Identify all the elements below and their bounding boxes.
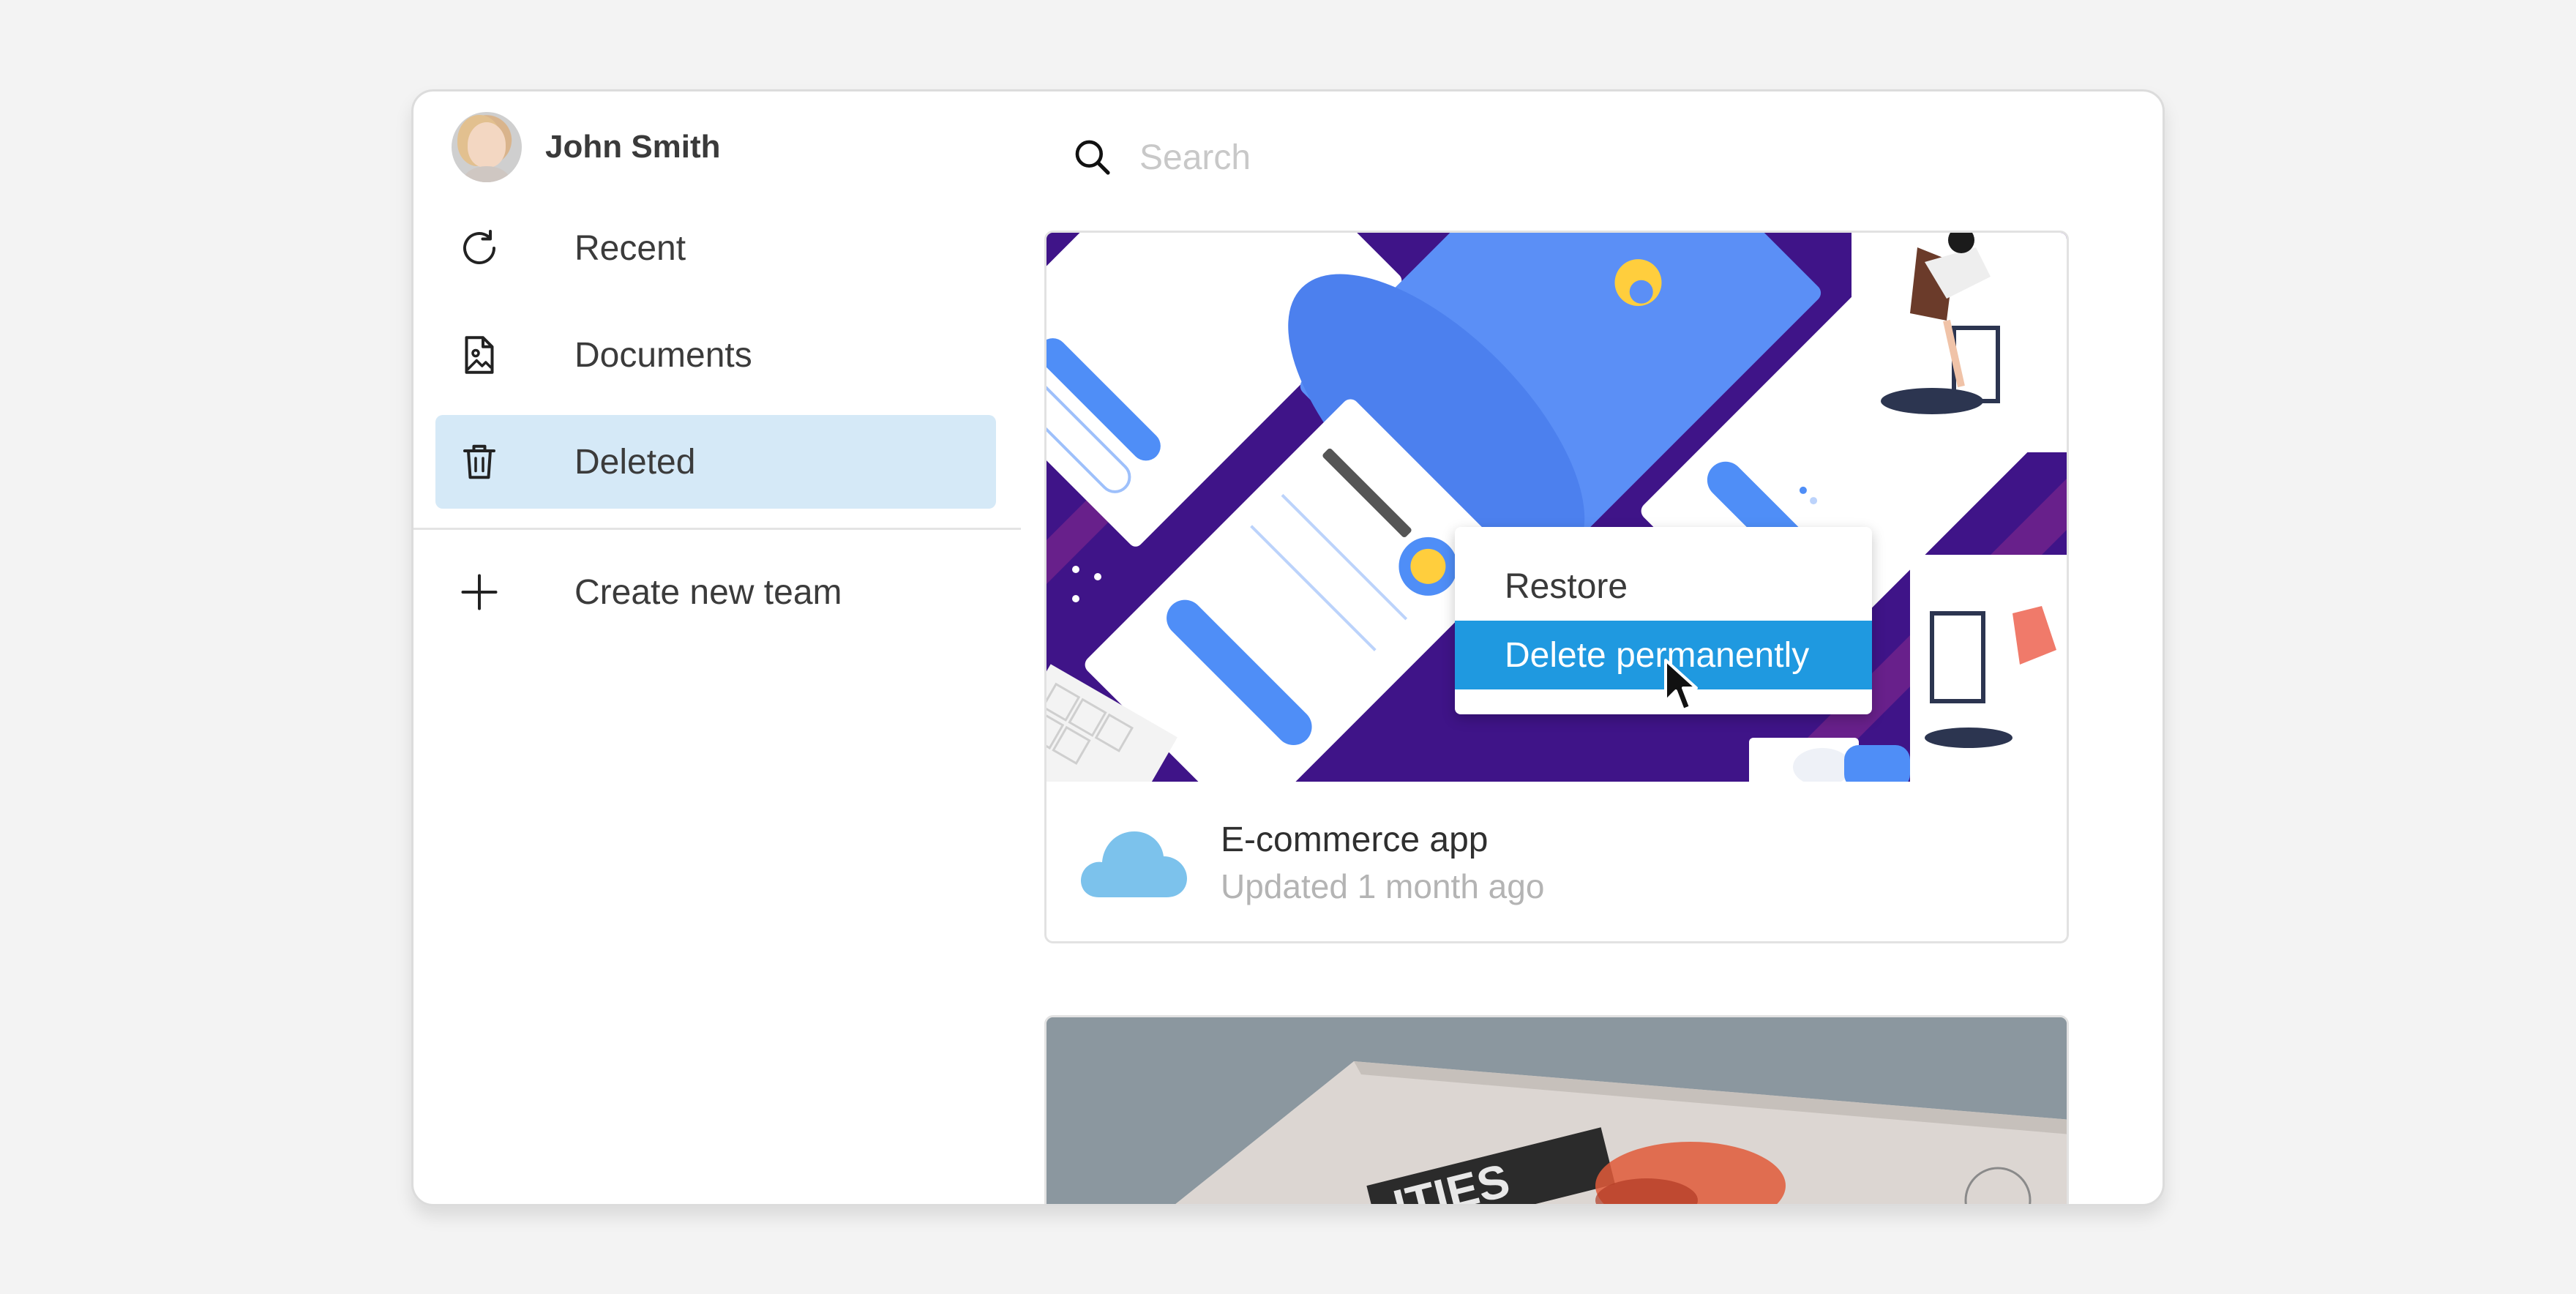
avatar[interactable] <box>452 112 522 182</box>
document-icon <box>465 336 494 374</box>
create-team-button[interactable]: Create new team <box>435 545 996 639</box>
card-thumbnail-image: ITIES <box>1046 1017 2067 1204</box>
card-subtitle: Updated 1 month ago <box>1221 867 1545 905</box>
user-name: John Smith <box>545 129 721 165</box>
search-icon[interactable] <box>1072 137 1113 178</box>
sidebar-item-documents[interactable]: Documents <box>435 308 996 402</box>
create-team-label: Create new team <box>574 572 842 612</box>
sidebar-item-label: Deleted <box>574 442 696 482</box>
user-profile[interactable]: John Smith <box>452 112 721 182</box>
sidebar-item-deleted[interactable]: Deleted <box>435 415 996 509</box>
search-input[interactable] <box>1139 137 1798 178</box>
sidebar: John Smith Recent Documents Deleted Crea… <box>413 91 1021 1204</box>
trash-icon <box>463 444 495 479</box>
mouse-cursor-icon <box>1664 659 1698 711</box>
sidebar-item-label: Recent <box>574 228 686 268</box>
sidebar-item-label: Documents <box>574 335 752 375</box>
card-footer: E-commerce app Updated 1 month ago <box>1046 782 2067 941</box>
cloud-icon <box>1081 831 1187 897</box>
refresh-icon <box>463 230 495 264</box>
search-bar <box>1072 113 1798 201</box>
plus-icon <box>461 574 498 610</box>
card-title: E-commerce app <box>1221 820 1489 859</box>
restore-menu-item[interactable]: Restore <box>1455 552 1872 621</box>
document-card[interactable]: ITIES <box>1044 1015 2069 1204</box>
sidebar-divider <box>413 528 1021 530</box>
sidebar-item-recent[interactable]: Recent <box>435 201 996 295</box>
app-window: John Smith Recent Documents Deleted Crea… <box>411 89 2165 1206</box>
